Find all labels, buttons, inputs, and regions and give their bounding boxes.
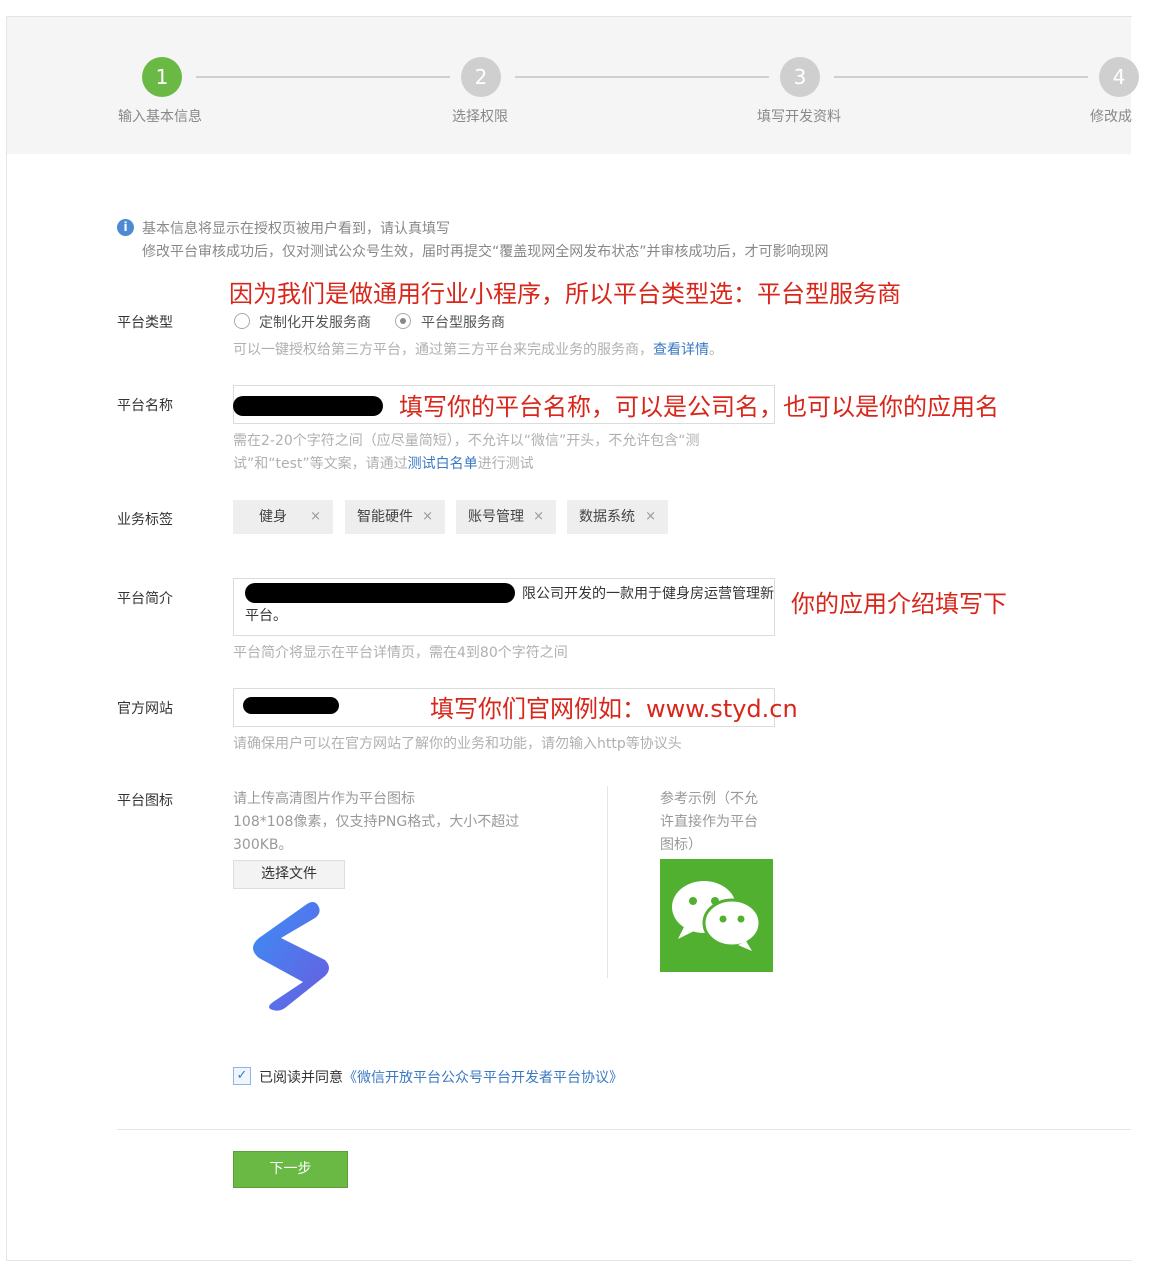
platform-intro-hint: 平台简介将显示在平台详情页，需在4到80个字符之间 [233,645,568,661]
info-icon: i [117,219,134,236]
step-4-circle: 4 [1099,57,1139,97]
icon-divider [607,786,608,978]
platform-name-label: 平台名称 [117,398,173,414]
radio-platform-provider-label[interactable]: 平台型服务商 [421,312,505,332]
business-tags-label: 业务标签 [117,512,173,528]
platform-name-hint-line-2: 试”和“test”等文案，请通过测试白名单进行测试 [233,456,534,472]
redaction-mark [245,583,515,603]
agreement-checkbox[interactable]: ✓ [233,1067,251,1085]
radio-custom-dev-label[interactable]: 定制化开发服务商 [259,312,371,332]
step-2-label: 选择权限 [452,109,508,125]
footer-divider [117,1129,1131,1130]
annotation-platform-intro: 你的应用介绍填写下 [791,590,1007,618]
next-step-button[interactable]: 下一步 [233,1151,348,1188]
icon-desc-line-1: 请上传高清图片作为平台图标 [233,791,415,807]
notice-line-1: 基本信息将显示在授权页被用户看到，请认真填写 [142,221,450,237]
remove-tag-icon[interactable]: × [310,500,321,534]
platform-intro-text-line-1: 限公司开发的一款用于健身房运营管理新 [522,586,774,602]
tag-data-system[interactable]: 数据系统 × [567,500,668,534]
platform-icon-label: 平台图标 [117,793,173,809]
tag-label: 智能硬件 [357,509,413,525]
step-2-circle: 2 [461,57,501,97]
agreement-text: 已阅读并同意《微信开放平台公众号平台开发者平台协议》 [259,1070,623,1086]
platform-intro-label: 平台简介 [117,591,173,607]
choose-file-button[interactable]: 选择文件 [233,860,345,889]
tag-label: 账号管理 [468,509,524,525]
remove-tag-icon[interactable]: × [645,500,656,534]
radio-platform-provider[interactable] [395,313,411,329]
example-line-2: 许直接作为平台 [660,814,758,830]
step-1-circle: 1 [142,57,182,97]
icon-desc-line-2: 108*108像素，仅支持PNG格式，大小不超过 [233,814,520,830]
step-connector [196,76,450,78]
remove-tag-icon[interactable]: × [422,500,433,534]
example-line-1: 参考示例（不允 [660,791,758,807]
annotation-platform-name: 填写你的平台名称，可以是公司名，也可以是你的应用名 [399,393,999,421]
platform-intro-text-line-2: 平台。 [245,608,287,624]
platform-name-hint-line-1: 需在2-20个字符之间（应尽量简短），不允许以“微信”开头，不允许包含“测 [233,433,700,449]
notice-line-2: 修改平台审核成功后，仅对测试公众号生效，届时再提交“覆盖现网全网发布状态”并审核… [142,244,829,260]
step-3-label: 填写开发资料 [757,109,841,125]
step-1-label: 输入基本信息 [118,109,202,125]
tag-account-management[interactable]: 账号管理 × [456,500,556,534]
website-label: 官方网站 [117,701,173,717]
platform-type-label: 平台类型 [117,315,173,331]
view-details-link[interactable]: 查看详情 [653,342,709,358]
uploaded-logo-icon [253,902,329,1011]
platform-type-hint: 可以一键授权给第三方平台，通过第三方平台来完成业务的服务商，查看详情。 [233,342,723,358]
icon-desc-line-3: 300KB。 [233,837,293,853]
redaction-mark [243,697,339,714]
website-hint: 请确保用户可以在官方网站了解你的业务和功能，请勿输入http等协议头 [233,736,682,752]
tag-label: 数据系统 [579,509,635,525]
agreement-link[interactable]: 《微信开放平台公众号平台开发者平台协议》 [343,1070,623,1086]
step-connector [515,76,769,78]
step-4-label: 修改成 [1090,109,1132,125]
annotation-website: 填写你们官网例如：www.styd.cn [430,695,798,723]
radio-custom-dev[interactable] [234,313,250,329]
tag-label: 健身 [259,509,287,525]
step-3-circle: 3 [780,57,820,97]
wechat-example-icon [660,859,773,972]
remove-tag-icon[interactable]: × [533,500,544,534]
example-line-3: 图标） [660,837,702,853]
test-whitelist-link[interactable]: 测试白名单 [408,456,478,472]
redaction-mark [233,396,383,416]
annotation-platform-type: 因为我们是做通用行业小程序，所以平台类型选：平台型服务商 [229,280,901,308]
tag-fitness[interactable]: 健身 × [233,500,333,534]
tag-smart-hardware[interactable]: 智能硬件 × [345,500,445,534]
step-connector [834,76,1088,78]
